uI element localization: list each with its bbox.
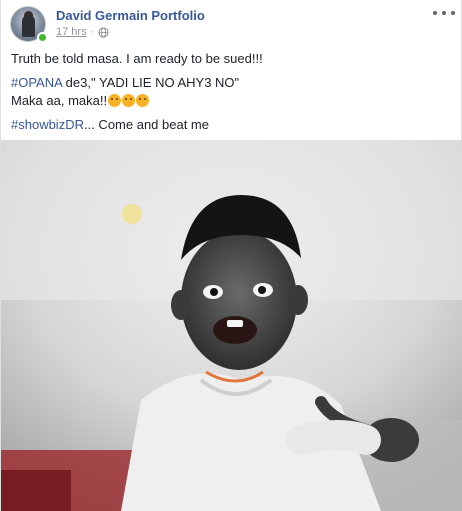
post-header: David Germain Portfolio 17 hrs · xyxy=(1,0,461,48)
post-text: Truth be told masa. I am ready to be sue… xyxy=(11,50,451,140)
author-name[interactable]: David Germain Portfolio xyxy=(56,8,205,23)
post-photo[interactable] xyxy=(1,140,462,511)
post-line-4-text: ... Come and beat me xyxy=(83,117,209,132)
post-line-3-text: Maka aa, maka!! xyxy=(11,93,108,108)
more-dot xyxy=(442,11,446,15)
meta-separator: · xyxy=(90,26,95,38)
post-line-1: Truth be told masa. I am ready to be sue… xyxy=(11,51,263,66)
more-dot xyxy=(451,11,455,15)
globe-icon[interactable] xyxy=(98,26,109,38)
cat-emoji-icon xyxy=(136,94,150,107)
more-options-icon[interactable] xyxy=(433,6,455,20)
cat-emoji-icon xyxy=(108,94,122,107)
online-status-dot xyxy=(37,32,48,43)
more-dot xyxy=(433,11,437,15)
cat-emoji-icon xyxy=(122,94,136,107)
child-photo-illustration xyxy=(1,140,462,511)
avatar-figure xyxy=(22,15,35,37)
post-line-3: Maka aa, maka!! xyxy=(11,92,451,110)
post-timestamp[interactable]: 17 hrs xyxy=(56,26,87,38)
hashtag-opana[interactable]: #OPANA xyxy=(11,75,62,90)
post-line-2-text: de3," YADI LIE NO AHY3 NO" xyxy=(62,75,240,90)
hashtag-showbizdr[interactable]: #showbizDR xyxy=(11,117,84,132)
facebook-post: David Germain Portfolio 17 hrs · Truth b… xyxy=(0,0,462,511)
post-meta: 17 hrs · xyxy=(56,26,109,38)
post-line-2: #OPANA de3," YADI LIE NO AHY3 NO" xyxy=(11,74,451,92)
post-line-4: #showbizDR... Come and beat me xyxy=(11,116,451,134)
